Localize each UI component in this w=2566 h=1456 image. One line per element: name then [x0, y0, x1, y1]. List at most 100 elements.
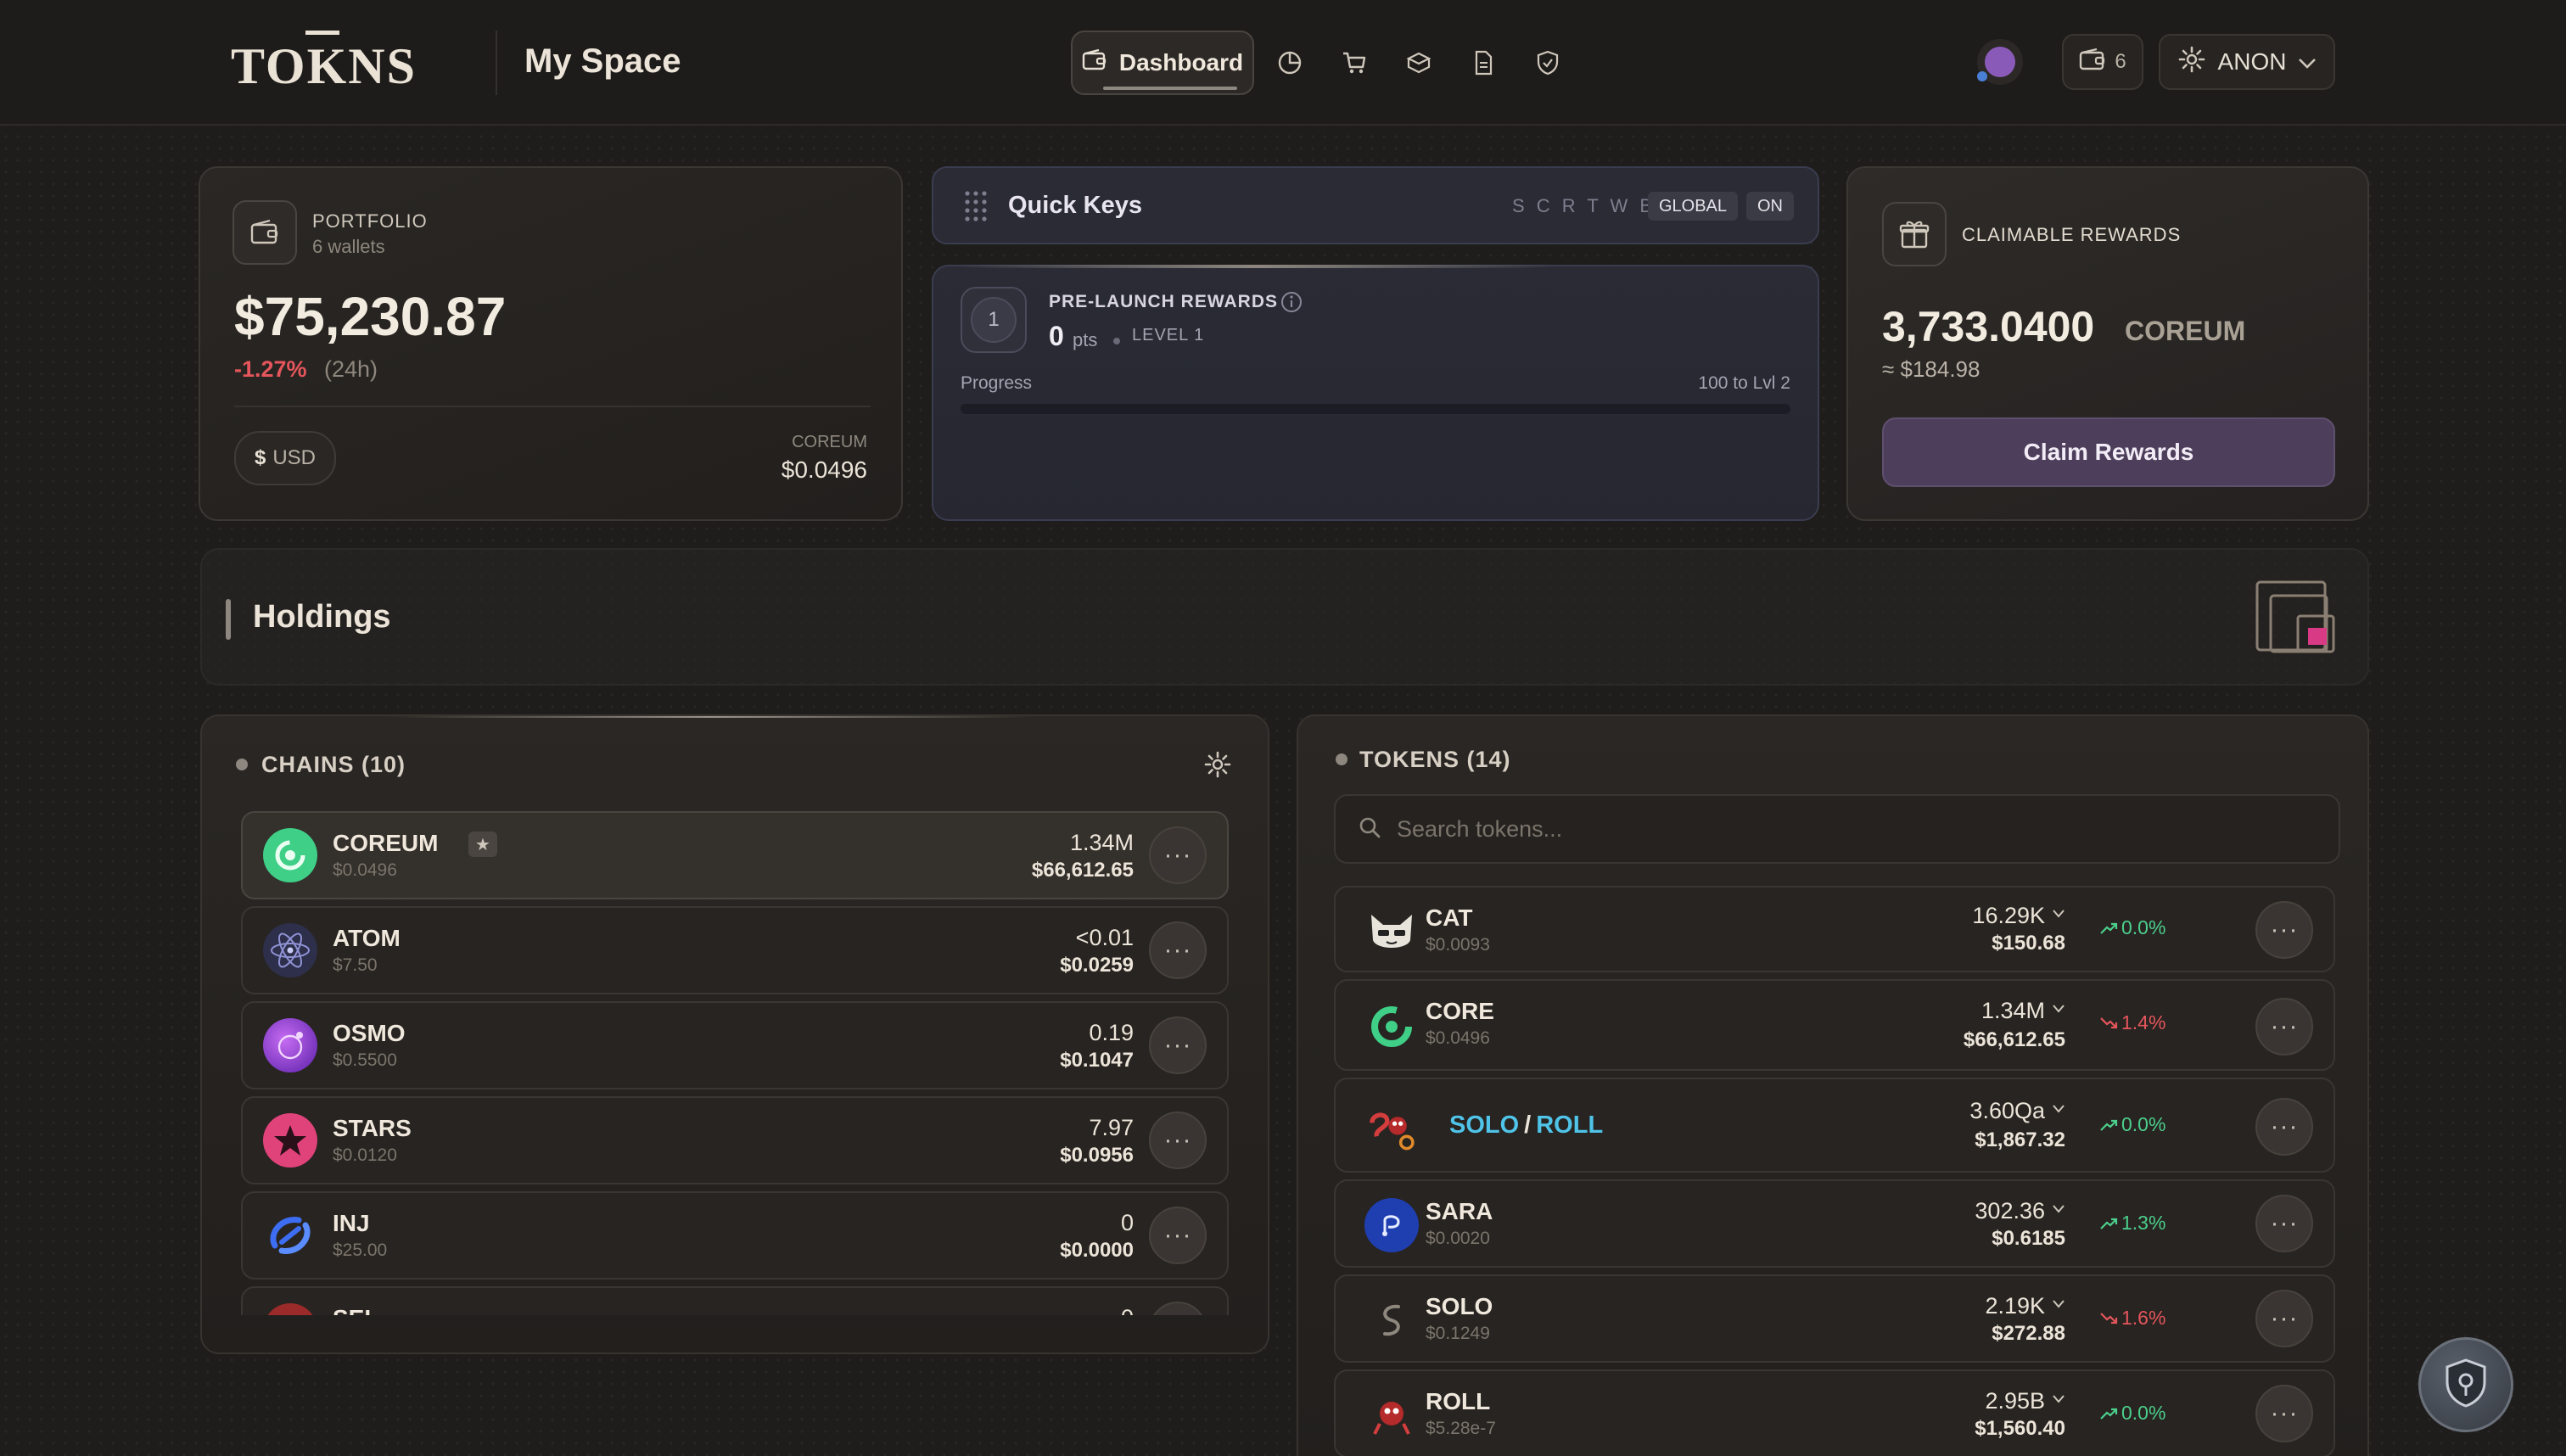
- token-amount: 302.36: [1975, 1198, 2045, 1224]
- quick-keys-label: Quick Keys: [1008, 192, 1142, 219]
- cart-icon[interactable]: [1336, 44, 1373, 81]
- level-badge: 1: [961, 287, 1027, 353]
- token-row-cat[interactable]: CAT $0.0093 16.29K $150.68 0.0% ···: [1334, 886, 2335, 972]
- progress-label: Progress: [961, 373, 1033, 393]
- token-amount: 2.19K: [1985, 1293, 2045, 1319]
- more-options-button[interactable]: ···: [1149, 1207, 1207, 1264]
- token-price: $0.0496: [1426, 1028, 1490, 1048]
- token-search-field[interactable]: [1334, 794, 2340, 864]
- chain-row-coreum[interactable]: COREUM ★ $0.0496 1.34M $66,612.65 ···: [241, 811, 1229, 899]
- chain-name: OSMO: [333, 1020, 406, 1046]
- search-input[interactable]: [1397, 815, 1697, 843]
- quick-keys-toggle[interactable]: ON: [1746, 192, 1794, 221]
- glow-line: [389, 716, 1034, 718]
- document-icon[interactable]: [1465, 44, 1502, 81]
- gift-icon: [1882, 202, 1947, 266]
- token-row-solo-roll[interactable]: SOLO / ROLL 3.60Qa $1,867.32 0.0% ···: [1334, 1078, 2335, 1173]
- chain-amount: 0: [1121, 1305, 1134, 1315]
- roll-logo-icon: [1364, 1388, 1419, 1442]
- logo-macron: [305, 31, 339, 35]
- more-options-button[interactable]: ···: [1149, 921, 1207, 979]
- more-options-button[interactable]: ···: [2255, 901, 2313, 959]
- holdings-section-header: Holdings: [200, 548, 2369, 686]
- chevron-down-icon[interactable]: [2052, 1393, 2065, 1408]
- shield-check-icon[interactable]: [1529, 44, 1566, 81]
- more-options-button[interactable]: ···: [1149, 826, 1207, 884]
- header-divider: [496, 31, 497, 95]
- token-change: 0.0%: [2099, 1113, 2165, 1136]
- token-amount: 3.60Qa: [1969, 1098, 2045, 1123]
- chain-row-stars[interactable]: STARS $0.0120 7.97 $0.0956 ···: [241, 1096, 1229, 1184]
- chevron-down-icon[interactable]: [2052, 1103, 2065, 1118]
- chain-name: INJ: [333, 1210, 370, 1236]
- top-header: TOKNS My Space Dashboard 6 ANON: [0, 0, 2566, 126]
- user-label: ANON: [2217, 48, 2287, 75]
- token-name: ROLL: [1426, 1388, 1491, 1414]
- chevron-down-icon[interactable]: [2052, 1003, 2065, 1018]
- security-shield-button[interactable]: [2418, 1337, 2513, 1432]
- token-change: 0.0%: [2099, 916, 2165, 939]
- account-menu-button[interactable]: ANON: [2159, 34, 2335, 90]
- chevron-down-icon[interactable]: [2052, 1298, 2065, 1313]
- token-amount: 1.34M: [1981, 998, 2045, 1023]
- info-icon[interactable]: [1280, 290, 1303, 318]
- more-options-button[interactable]: ···: [2255, 1290, 2313, 1347]
- atom-logo-icon: [263, 923, 317, 977]
- wallets-button[interactable]: 6: [2062, 34, 2143, 90]
- layout-toggle-icon[interactable]: [2255, 580, 2337, 658]
- coin-label: COREUM: [792, 433, 867, 451]
- currency-toggle-button[interactable]: $ USD: [234, 431, 336, 485]
- global-scope-tag[interactable]: GLOBAL: [1648, 192, 1738, 221]
- box-icon[interactable]: [1400, 44, 1437, 81]
- chain-usd: $0.0259: [1060, 954, 1134, 977]
- quick-keys-bar[interactable]: Quick Keys S C R T W B H GLOBAL ON: [932, 166, 1819, 244]
- more-options-button[interactable]: ···: [2255, 1195, 2313, 1252]
- chain-row-inj[interactable]: INJ $25.00 0 $0.0000 ···: [241, 1191, 1229, 1280]
- gear-icon[interactable]: [1203, 750, 1232, 783]
- star-icon[interactable]: ★: [468, 832, 497, 857]
- portfolio-period: (24h): [324, 356, 378, 382]
- token-row-roll[interactable]: ROLL $5.28e-7 2.95B $1,560.40 0.0% ···: [1334, 1369, 2335, 1456]
- nav-dashboard-label: Dashboard: [1118, 49, 1244, 76]
- level-label: LEVEL 1: [1132, 326, 1205, 344]
- more-options-button[interactable]: ···: [1149, 1302, 1207, 1315]
- sara-logo-icon: [1364, 1198, 1419, 1252]
- token-row-core[interactable]: CORE $0.0496 1.34M $66,612.65 1.4% ···: [1334, 979, 2335, 1071]
- more-options-button[interactable]: ···: [1149, 1016, 1207, 1074]
- rewards-usd: ≈ $184.98: [1882, 356, 1981, 382]
- pie-chart-icon[interactable]: [1271, 44, 1308, 81]
- tokns-logo[interactable]: TOKNS: [231, 37, 417, 96]
- nav-dashboard-tab[interactable]: Dashboard: [1071, 31, 1254, 95]
- chain-row-sei[interactable]: SEI 0 ···: [241, 1286, 1229, 1315]
- chain-row-atom[interactable]: ATOM $7.50 <0.01 $0.0259 ···: [241, 906, 1229, 994]
- wallet-icon: [1082, 48, 1107, 77]
- more-options-button[interactable]: ···: [2255, 1385, 2313, 1442]
- wallet-icon: [233, 200, 297, 265]
- chevron-down-icon[interactable]: [2052, 908, 2065, 923]
- more-options-button[interactable]: ···: [1149, 1112, 1207, 1169]
- divider: [234, 406, 871, 407]
- token-row-solo[interactable]: SOLO $0.1249 2.19K $272.88 1.6% ···: [1334, 1274, 2335, 1363]
- chain-name: STARS: [333, 1115, 412, 1141]
- points-value: 0: [1049, 321, 1064, 351]
- inj-logo-icon: [263, 1208, 317, 1263]
- token-change: 0.0%: [2099, 1402, 2165, 1425]
- more-options-button[interactable]: ···: [2255, 998, 2313, 1056]
- section-dot: [1336, 753, 1347, 765]
- wallet-count: 6: [2115, 50, 2126, 73]
- chain-row-osmo[interactable]: OSMO $0.5500 0.19 $0.1047 ···: [241, 1001, 1229, 1089]
- token-row-sara[interactable]: SARA $0.0020 302.36 $0.6185 1.3% ···: [1334, 1179, 2335, 1268]
- chain-usd: $0.0000: [1060, 1239, 1134, 1262]
- dollar-icon: $: [254, 446, 266, 469]
- cat-logo-icon: [1364, 904, 1419, 959]
- chain-amount: <0.01: [1075, 925, 1134, 950]
- claim-rewards-button[interactable]: Claim Rewards: [1882, 417, 2335, 487]
- solo-roll-logo-icon: [1364, 1098, 1419, 1152]
- chevron-down-icon: [2298, 48, 2317, 76]
- solo-logo-icon: [1364, 1293, 1419, 1347]
- stars-logo-icon: [263, 1113, 317, 1168]
- currency-label: USD: [272, 446, 317, 469]
- more-options-button[interactable]: ···: [2255, 1098, 2313, 1156]
- chevron-down-icon[interactable]: [2052, 1203, 2065, 1218]
- chain-name: COREUM: [333, 830, 439, 856]
